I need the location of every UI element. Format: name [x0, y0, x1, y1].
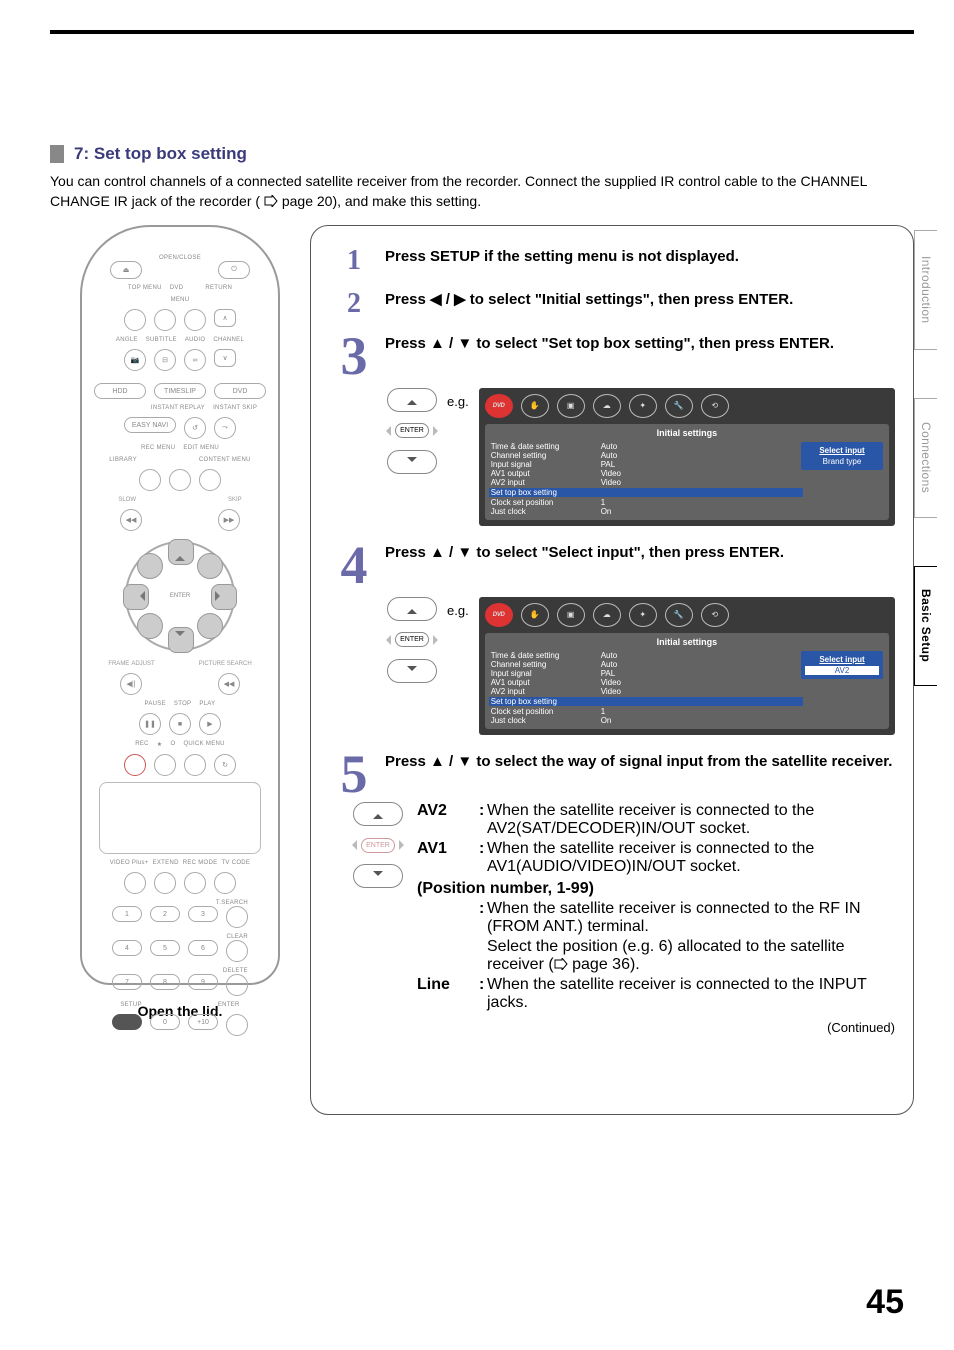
- remote-illustration: OPEN/CLOSE ⏏⏻ TOP MENUDVDRETURN MENU ∧ A…: [80, 225, 280, 985]
- menu-mock-1: DVD ✋▣☁✦🔧⟲ Initial settings Time & date …: [479, 388, 895, 526]
- step-2: 2 Press ◀ / ▶ to select "Initial setting…: [329, 291, 895, 316]
- step-3: 3 Press ▲ / ▼ to select "Set top box set…: [329, 335, 895, 378]
- step-5-body: ENTER AV2:When the satellite receiver is…: [353, 802, 895, 1035]
- section-intro: You can control channels of a connected …: [50, 172, 914, 211]
- nav-dpad: ENTER: [125, 541, 235, 651]
- menu-mock-2: DVD ✋▣☁✦🔧⟲ Initial settings Time & date …: [479, 597, 895, 735]
- step-4-example: ENTER e.g. DVD ✋▣☁✦🔧⟲ Initial settings: [387, 597, 895, 735]
- eject-button: ⏏: [110, 261, 142, 279]
- step-4: 4 Press ▲ / ▼ to select "Select input", …: [329, 544, 895, 587]
- heading-marker: [50, 145, 64, 163]
- tab-introduction: Introduction: [914, 230, 937, 350]
- stop-button: ■: [169, 713, 191, 735]
- play-button: ▶: [199, 713, 221, 735]
- step-3-example: ENTER e.g. DVD ✋▣☁✦🔧⟲ Initial settings: [387, 388, 895, 526]
- page-ref-icon: [554, 957, 568, 969]
- step-1: 1 Press SETUP if the setting menu is not…: [329, 248, 895, 273]
- section-number: 7:: [74, 144, 89, 163]
- section-title-text: Set top box setting: [94, 144, 247, 163]
- easy-navi-button: EASY NAVI: [124, 417, 176, 433]
- dvd-button: DVD: [214, 383, 266, 399]
- continued-label: (Continued): [417, 1020, 895, 1035]
- setup-button: [112, 1014, 142, 1030]
- header-rule: [50, 30, 914, 34]
- section-heading: 7: Set top box setting: [50, 144, 914, 164]
- mini-dpad-icon: ENTER: [387, 388, 437, 468]
- ch-up-button: ∧: [214, 309, 236, 327]
- side-tabs: Introduction Connections Basic Setup: [914, 230, 954, 686]
- timeslip-button: TIMESLIP: [154, 383, 206, 399]
- page-ref-icon: [264, 193, 278, 205]
- tab-connections: Connections: [914, 398, 937, 518]
- mini-dpad-icon: ENTER: [387, 597, 437, 677]
- dvd-video-icon: DVD: [485, 394, 513, 418]
- page-number: 45: [866, 1283, 904, 1322]
- steps-frame: 1 Press SETUP if the setting menu is not…: [310, 225, 914, 1115]
- mini-dpad-icon: ENTER: [353, 802, 403, 882]
- tab-basic-setup: Basic Setup: [914, 566, 937, 686]
- pause-button: ❚❚: [139, 713, 161, 735]
- hdd-button: HDD: [94, 383, 146, 399]
- power-button: ⏻: [218, 261, 250, 279]
- step-5: 5 Press ▲ / ▼ to select the way of signa…: [329, 753, 895, 796]
- dvd-video-icon: DVD: [485, 603, 513, 627]
- ch-down-button: ∨: [214, 349, 236, 367]
